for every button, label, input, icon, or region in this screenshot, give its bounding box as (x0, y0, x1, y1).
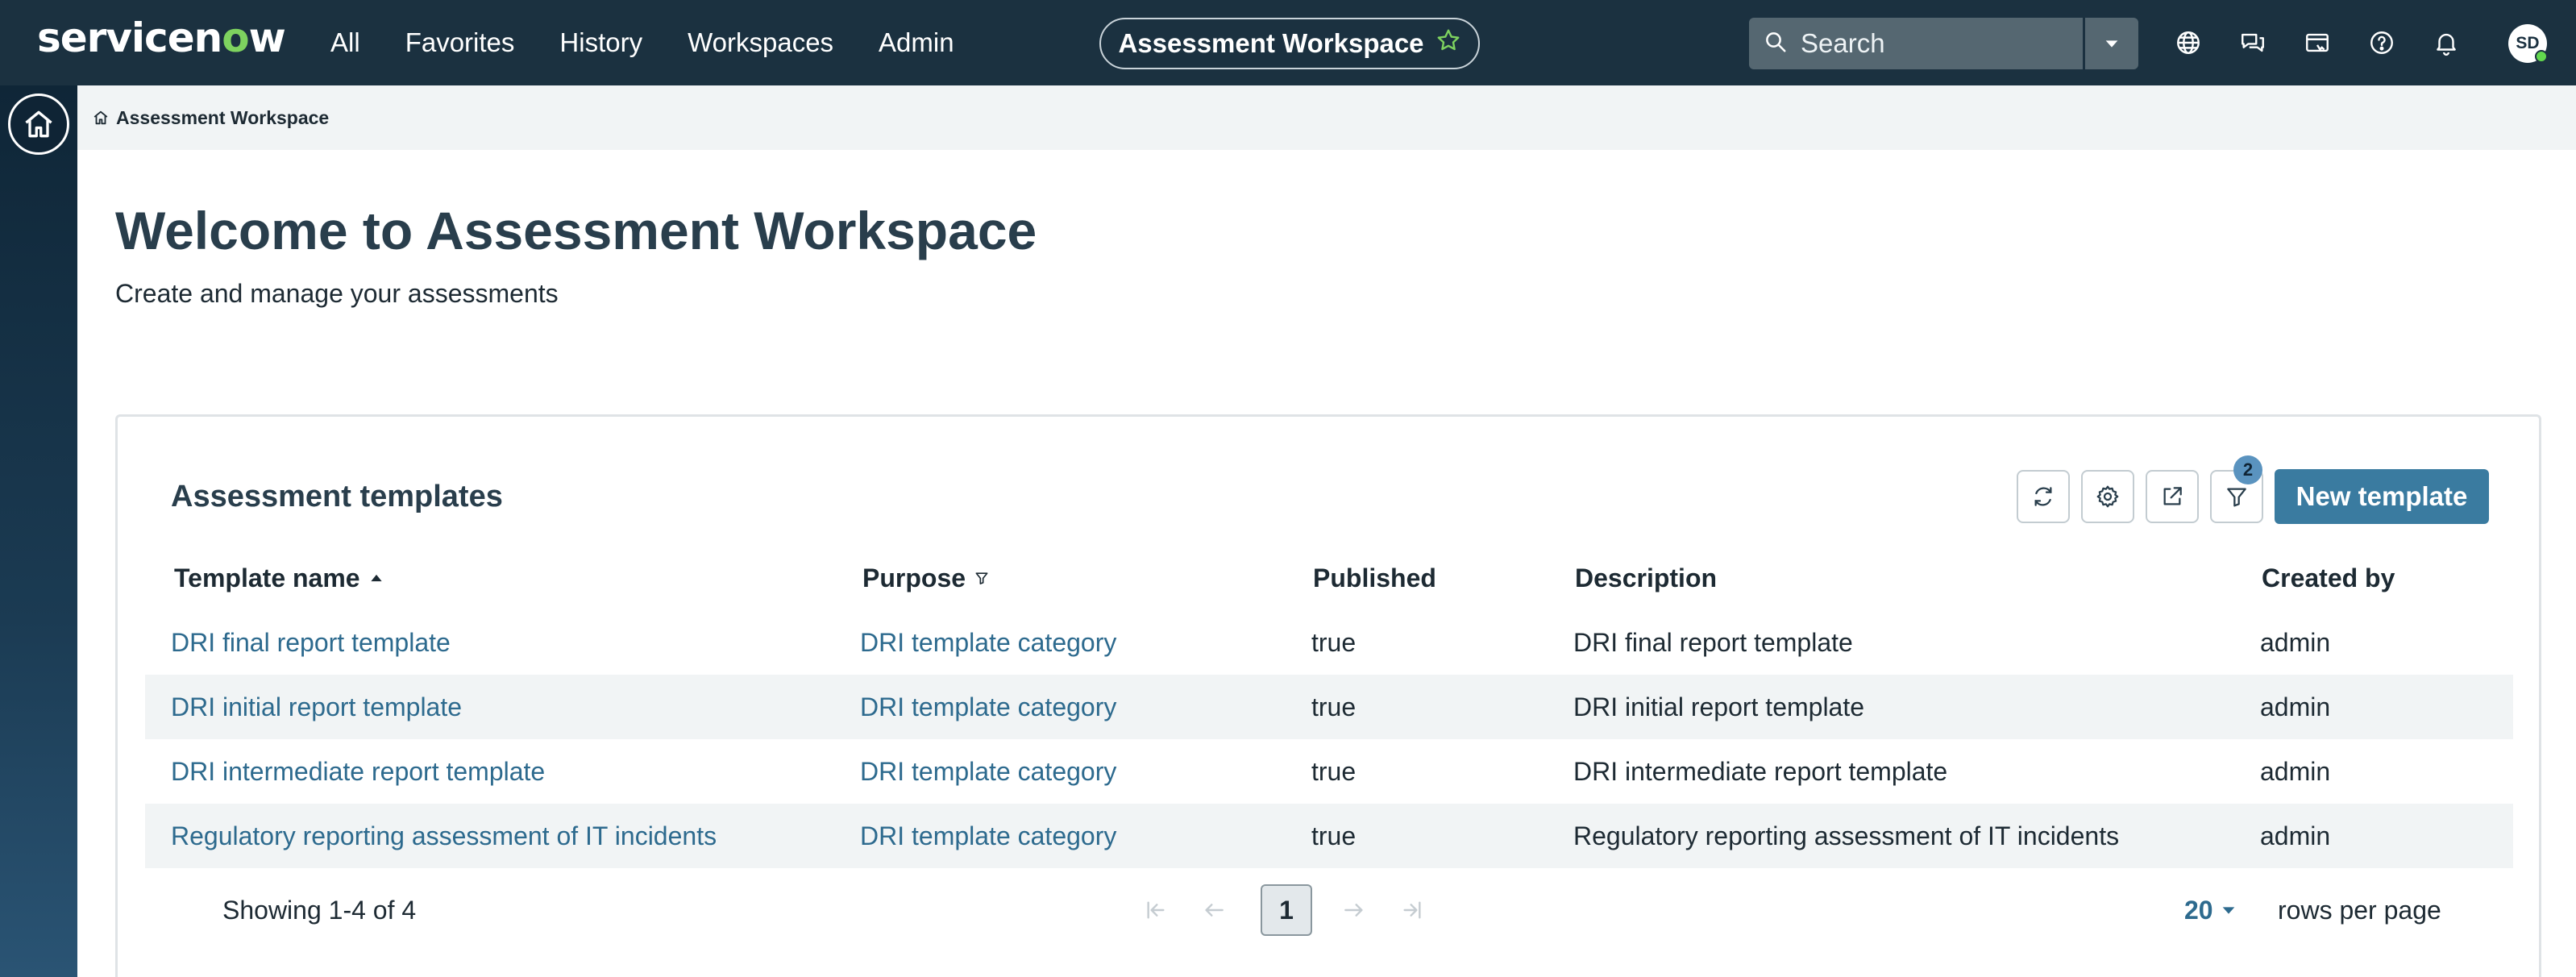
page-title: Welcome to Assessment Workspace (115, 201, 1037, 260)
nav-item-favorites[interactable]: Favorites (405, 27, 515, 58)
breadcrumb-item[interactable]: Assessment Workspace (116, 107, 329, 129)
column-header-template-name[interactable]: Template name (174, 562, 384, 594)
home-icon[interactable] (92, 109, 110, 127)
created-by-cell: admin (2260, 627, 2331, 657)
last-page-icon (1403, 901, 1421, 919)
template-name-link[interactable]: DRI final report template (171, 610, 451, 675)
breadcrumb: Assessment Workspace (77, 85, 2576, 150)
table-row: DRI final report template DRI template c… (145, 610, 2513, 675)
top-navigation-bar: servicenow All Favorites History Workspa… (0, 0, 2576, 85)
bell-icon[interactable] (2430, 27, 2462, 59)
template-name-link[interactable]: DRI intermediate report template (171, 739, 545, 804)
arrow-right-icon (1344, 904, 1363, 917)
template-name-link[interactable]: Regulatory reporting assessment of IT in… (171, 804, 717, 868)
column-header-purpose[interactable]: Purpose (862, 562, 990, 594)
arrow-left-icon (1205, 904, 1224, 917)
table-row: DRI intermediate report template DRI tem… (145, 739, 2513, 804)
sort-ascending-icon (370, 574, 382, 582)
column-header-created-by[interactable]: Created by (2262, 562, 2395, 594)
published-cell: true (1311, 821, 1357, 850)
top-icons (2172, 0, 2462, 85)
filter-icon (975, 572, 988, 584)
caret-down-icon (2105, 40, 2118, 48)
nav-item-all[interactable]: All (330, 27, 360, 58)
caret-down-icon (2222, 907, 2234, 914)
table-row: Regulatory reporting assessment of IT in… (145, 804, 2513, 868)
published-cell: true (1311, 756, 1357, 786)
global-search (1749, 18, 2083, 69)
purpose-link[interactable]: DRI template category (860, 739, 1116, 804)
rows-per-page-select[interactable]: 20 (2184, 891, 2237, 929)
column-header-description[interactable]: Description (1575, 562, 1717, 594)
settings-button[interactable] (2081, 470, 2134, 523)
last-page-button[interactable] (1393, 891, 1431, 929)
servicenow-logo[interactable]: servicenow (37, 15, 286, 61)
published-cell: true (1311, 692, 1357, 721)
nav-item-workspaces[interactable]: Workspaces (688, 27, 833, 58)
refresh-button[interactable] (2017, 470, 2070, 523)
star-icon[interactable] (1435, 27, 1461, 60)
table-row: DRI initial report template DRI template… (145, 675, 2513, 739)
description-cell: Regulatory reporting assessment of IT in… (1573, 821, 2120, 850)
published-cell: true (1311, 627, 1357, 657)
chat-icon[interactable] (2237, 27, 2269, 59)
globe-icon[interactable] (2172, 27, 2204, 59)
purpose-link[interactable]: DRI template category (860, 610, 1116, 675)
description-cell: DRI initial report template (1573, 692, 1865, 721)
home-button[interactable] (8, 94, 69, 155)
previous-page-button[interactable] (1195, 891, 1233, 929)
export-button[interactable] (2146, 470, 2199, 523)
nav-item-admin[interactable]: Admin (879, 27, 954, 58)
gear-icon (2096, 485, 2119, 508)
next-page-button[interactable] (1335, 891, 1373, 929)
new-template-button[interactable]: New template (2275, 469, 2489, 524)
online-status-dot (2535, 50, 2548, 63)
filter-count-badge: 2 (2233, 455, 2262, 484)
rows-per-page-label: rows per page (2278, 895, 2441, 925)
ticket-icon[interactable] (2301, 27, 2333, 59)
description-cell: DRI final report template (1573, 627, 1853, 657)
current-page-button[interactable]: 1 (1261, 884, 1312, 936)
created-by-cell: admin (2260, 821, 2331, 850)
left-rail (0, 85, 77, 977)
purpose-link[interactable]: DRI template category (860, 675, 1116, 739)
refresh-icon (2034, 487, 2052, 506)
card-title: Assessment templates (171, 480, 503, 513)
pagination-summary: Showing 1-4 of 4 (222, 895, 417, 925)
assessment-templates-card: Assessment templates 2 New template Temp… (115, 414, 2541, 977)
filter-icon (2227, 488, 2246, 507)
workspace-pill-label: Assessment Workspace (1118, 28, 1424, 58)
created-by-cell: admin (2260, 692, 2331, 721)
help-icon[interactable] (2366, 27, 2398, 59)
column-header-published[interactable]: Published (1313, 562, 1436, 594)
export-icon (2163, 487, 2182, 505)
nav-item-history[interactable]: History (559, 27, 642, 58)
main-nav: All Favorites History Workspaces Admin (330, 0, 954, 85)
search-input[interactable] (1801, 28, 2059, 59)
purpose-link[interactable]: DRI template category (860, 804, 1116, 868)
page-subtitle: Create and manage your assessments (115, 279, 559, 308)
workspace-pill[interactable]: Assessment Workspace (1099, 18, 1480, 69)
home-icon (25, 110, 52, 138)
search-scope-dropdown[interactable] (2085, 18, 2138, 69)
template-name-link[interactable]: DRI initial report template (171, 675, 462, 739)
first-page-button[interactable] (1136, 891, 1175, 929)
first-page-icon (1147, 901, 1165, 919)
search-icon (1764, 30, 1788, 58)
description-cell: DRI intermediate report template (1573, 756, 1948, 786)
created-by-cell: admin (2260, 756, 2331, 786)
